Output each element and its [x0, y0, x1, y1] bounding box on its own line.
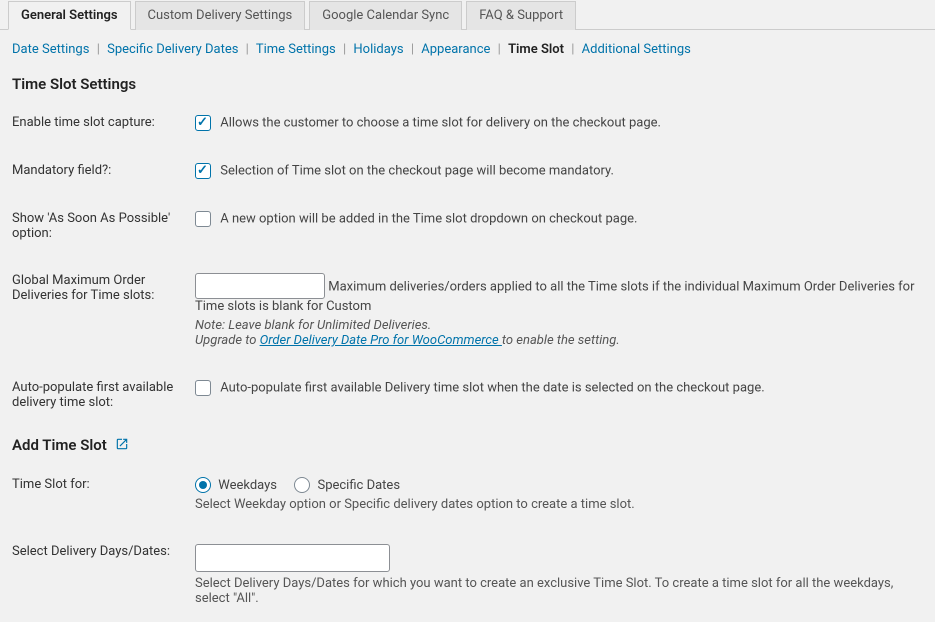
section-title-add: Add Time Slot: [0, 426, 935, 461]
subnav-date-settings[interactable]: Date Settings: [12, 42, 89, 57]
subnav-time-slot: Time Slot: [508, 42, 564, 57]
label-mandatory: Mandatory field?:: [0, 147, 195, 195]
desc-mandatory: Selection of Time slot on the checkout p…: [220, 164, 614, 179]
label-asap: Show 'As Soon As Possible' option:: [0, 195, 195, 257]
primary-tabs: General Settings Custom Delivery Setting…: [0, 0, 935, 30]
tab-general[interactable]: General Settings: [8, 1, 131, 30]
tab-custom-delivery[interactable]: Custom Delivery Settings: [135, 1, 306, 30]
upgrade-suffix: to enable the setting.: [502, 333, 620, 348]
radio-specific-dates[interactable]: [294, 477, 310, 493]
radio-label-specific-dates[interactable]: Specific Dates: [294, 478, 400, 493]
note-global-max: Note: Leave blank for Unlimited Deliveri…: [195, 318, 431, 333]
label-auto-populate: Auto-populate first available delivery t…: [0, 364, 195, 426]
desc-enable-capture: Allows the customer to choose a time slo…: [220, 116, 661, 131]
subnav-specific-delivery-dates[interactable]: Specific Delivery Dates: [107, 42, 238, 57]
label-enable-capture: Enable time slot capture:: [0, 99, 195, 147]
radio-weekdays[interactable]: [195, 477, 211, 493]
subnav-time-settings[interactable]: Time Settings: [256, 42, 336, 57]
checkbox-enable-capture[interactable]: [195, 115, 211, 131]
input-global-max[interactable]: [195, 273, 325, 299]
desc-asap: A new option will be added in the Time s…: [220, 212, 637, 227]
input-select-days[interactable]: [195, 544, 390, 572]
checkbox-asap[interactable]: [195, 211, 211, 227]
desc-select-days: Select Delivery Days/Dates for which you…: [195, 576, 925, 606]
checkbox-auto-populate[interactable]: [195, 380, 211, 396]
subnav-additional-settings[interactable]: Additional Settings: [582, 42, 691, 57]
link-upgrade-pro[interactable]: Order Delivery Date Pro for WooCommerce: [260, 333, 502, 348]
radio-label-weekdays[interactable]: Weekdays: [195, 478, 280, 493]
sub-navigation: Date Settings | Specific Delivery Dates …: [0, 30, 935, 65]
section-title-settings: Time Slot Settings: [0, 65, 935, 99]
label-select-days: Select Delivery Days/Dates:: [0, 528, 195, 622]
subnav-appearance[interactable]: Appearance: [421, 42, 490, 57]
desc-auto-populate: Auto-populate first available Delivery t…: [220, 381, 764, 396]
tab-google-calendar[interactable]: Google Calendar Sync: [309, 1, 462, 30]
external-link-icon[interactable]: [115, 437, 129, 455]
label-global-max: Global Maximum Order Deliveries for Time…: [0, 257, 195, 364]
label-timeslot-for: Time Slot for:: [0, 461, 195, 528]
upgrade-prefix: Upgrade to: [195, 333, 260, 348]
subnav-holidays[interactable]: Holidays: [353, 42, 403, 57]
checkbox-mandatory[interactable]: [195, 163, 211, 179]
desc-timeslot-for: Select Weekday option or Specific delive…: [195, 497, 925, 512]
tab-faq-support[interactable]: FAQ & Support: [466, 1, 576, 30]
